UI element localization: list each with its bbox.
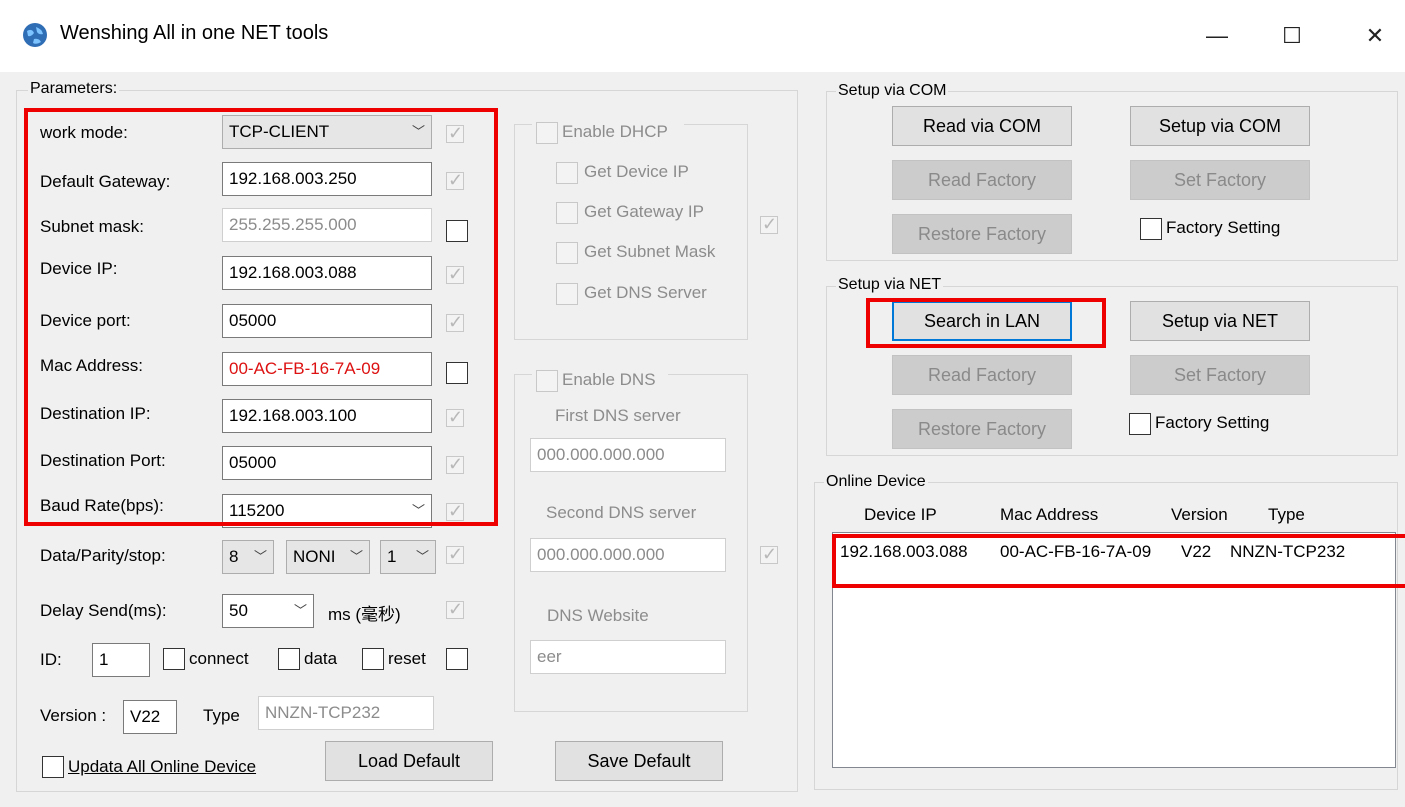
online-device-legend: Online Device: [824, 473, 928, 491]
version-label: Version :: [40, 706, 107, 725]
get-ip-checkbox[interactable]: [556, 162, 578, 184]
save-default-button[interactable]: Save Default: [555, 741, 723, 781]
setup-via-net-button[interactable]: Setup via NET: [1130, 301, 1310, 341]
setup-via-com-button[interactable]: Setup via COM: [1130, 106, 1310, 146]
stop-bits-select[interactable]: 1 ﹀: [380, 540, 436, 574]
get-gateway-checkbox[interactable]: [556, 202, 578, 224]
com-factory-setting-checkbox[interactable]: [1140, 218, 1162, 240]
maximize-button[interactable]: ☐: [1272, 18, 1312, 54]
column-mac-address[interactable]: Mac Address: [1000, 505, 1098, 525]
app-globe-icon: [23, 23, 47, 47]
dhcp-checkbox[interactable]: [760, 214, 778, 235]
delay-value: 50: [229, 601, 248, 620]
id-label: ID:: [40, 650, 62, 669]
net-set-factory-button[interactable]: Set Factory: [1130, 355, 1310, 395]
column-version[interactable]: Version: [1171, 505, 1228, 525]
update-all-checkbox[interactable]: [42, 756, 64, 778]
net-legend: Setup via NET: [836, 276, 944, 294]
title-bar: Wenshing All in one NET tools — ☐ ✕: [0, 0, 1405, 72]
net-read-factory-button[interactable]: Read Factory: [892, 355, 1072, 395]
annotation-box-parameters: [24, 108, 498, 526]
version-input[interactable]: V22: [123, 700, 177, 734]
annotation-box-search: [866, 298, 1106, 348]
enable-dhcp-checkbox[interactable]: [536, 122, 558, 144]
data-bits-value: 8: [229, 547, 239, 566]
connect-checkbox[interactable]: [163, 648, 185, 670]
enable-dns-label: Enable DNS: [562, 370, 656, 389]
dns-website-label: DNS Website: [547, 606, 649, 625]
get-mask-label: Get Subnet Mask: [584, 242, 716, 261]
window-title: Wenshing All in one NET tools: [60, 22, 329, 44]
get-dns-checkbox[interactable]: [556, 283, 578, 305]
net-restore-factory-button[interactable]: Restore Factory: [892, 409, 1072, 449]
second-dns-label: Second DNS server: [546, 503, 697, 522]
delay-select[interactable]: 50 ﹀: [222, 594, 314, 628]
chevron-down-icon: ﹀: [293, 603, 307, 618]
parity-value: NONI: [293, 547, 336, 566]
extra-checkbox[interactable]: [446, 648, 468, 670]
enable-dhcp-label: Enable DHCP: [562, 122, 668, 141]
chevron-down-icon: ﹀: [253, 549, 267, 564]
com-legend: Setup via COM: [836, 82, 949, 100]
net-factory-setting-label: Factory Setting: [1155, 413, 1270, 432]
data-label: data: [304, 649, 338, 668]
parity-select[interactable]: NONI ﹀: [286, 540, 370, 574]
annotation-box-online-device: [832, 534, 1405, 588]
close-button[interactable]: ✕: [1355, 18, 1395, 54]
delay-label: Delay Send(ms):: [40, 601, 167, 620]
second-dns-input[interactable]: 000.000.000.000: [530, 538, 726, 572]
column-device-ip[interactable]: Device IP: [864, 505, 937, 525]
dns-website-input[interactable]: eer: [530, 640, 726, 674]
dps-label: Data/Parity/stop:: [40, 546, 166, 565]
data-bits-select[interactable]: 8 ﹀: [222, 540, 274, 574]
connect-label: connect: [189, 649, 249, 668]
first-dns-input[interactable]: 000.000.000.000: [530, 438, 726, 472]
dps-checkbox[interactable]: [446, 544, 464, 565]
net-factory-setting-checkbox[interactable]: [1129, 413, 1151, 435]
update-all-label[interactable]: Updata All Online Device: [68, 757, 256, 777]
get-mask-checkbox[interactable]: [556, 242, 578, 264]
chevron-down-icon: ﹀: [415, 549, 429, 564]
com-read-factory-button[interactable]: Read Factory: [892, 160, 1072, 200]
data-checkbox[interactable]: [278, 648, 300, 670]
delay-checkbox[interactable]: [446, 599, 464, 620]
dns-checkbox[interactable]: [760, 544, 778, 565]
get-gateway-label: Get Gateway IP: [584, 202, 704, 221]
reset-label: reset: [388, 649, 426, 668]
com-set-factory-button[interactable]: Set Factory: [1130, 160, 1310, 200]
chevron-down-icon: ﹀: [349, 549, 363, 564]
first-dns-label: First DNS server: [555, 406, 681, 425]
minimize-button[interactable]: —: [1197, 18, 1237, 54]
read-via-com-button[interactable]: Read via COM: [892, 106, 1072, 146]
com-factory-setting-label: Factory Setting: [1166, 218, 1281, 237]
column-type[interactable]: Type: [1268, 505, 1305, 525]
stop-bits-value: 1: [387, 547, 397, 566]
type-input[interactable]: NNZN-TCP232: [258, 696, 434, 730]
parameters-legend: Parameters:: [28, 80, 120, 98]
id-input[interactable]: 1: [92, 643, 150, 677]
load-default-button[interactable]: Load Default: [325, 741, 493, 781]
delay-unit: ms (毫秒): [328, 605, 401, 624]
type-label: Type: [203, 706, 240, 725]
get-ip-label: Get Device IP: [584, 162, 689, 181]
reset-checkbox[interactable]: [362, 648, 384, 670]
dhcp-group: [514, 124, 748, 340]
enable-dns-checkbox[interactable]: [536, 370, 558, 392]
get-dns-label: Get DNS Server: [584, 283, 707, 302]
com-restore-factory-button[interactable]: Restore Factory: [892, 214, 1072, 254]
